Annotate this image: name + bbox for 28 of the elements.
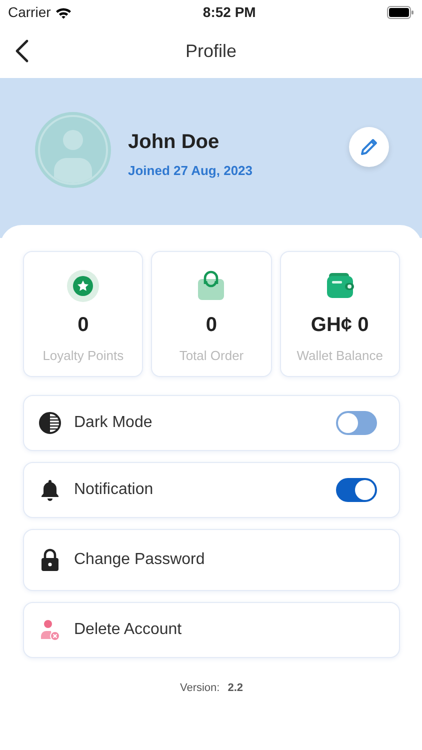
toggle-switch[interactable]: [336, 411, 377, 435]
stat-label: Wallet Balance: [296, 347, 383, 365]
user-name: John Doe: [128, 130, 220, 155]
edit-button[interactable]: [349, 127, 389, 167]
stat-label: Loyalty Points: [42, 347, 124, 365]
settings-button[interactable]: Change Password: [23, 529, 400, 591]
version-label: Version:: [180, 681, 220, 696]
clock-time: 8:52 PM: [202, 3, 256, 22]
settings-button[interactable]: Delete Account: [23, 602, 400, 658]
setting-label: Notification: [74, 480, 154, 500]
pencil-icon: [359, 137, 379, 157]
wifi-icon: [54, 6, 72, 18]
joined-date: Joined 27 Aug, 2023: [128, 162, 254, 180]
version-number: 2.2: [228, 681, 244, 696]
battery-icon: [386, 6, 414, 19]
toggle-switch[interactable]: [336, 478, 377, 502]
star-badge-icon: [67, 270, 100, 302]
stat-value: 0: [78, 313, 89, 338]
setting-label: Dark Mode: [74, 413, 154, 433]
page-title: Profile: [185, 40, 237, 63]
stat-label: Total Order: [179, 347, 244, 365]
back-icon: [14, 39, 30, 63]
stat-value: GH¢ 0: [310, 313, 369, 338]
contrast-icon: [38, 411, 62, 435]
avatar-icon: [34, 111, 112, 189]
user-remove-icon: [38, 618, 62, 642]
carrier-text: Carrier: [8, 3, 51, 22]
stat-value: 0: [206, 313, 218, 338]
